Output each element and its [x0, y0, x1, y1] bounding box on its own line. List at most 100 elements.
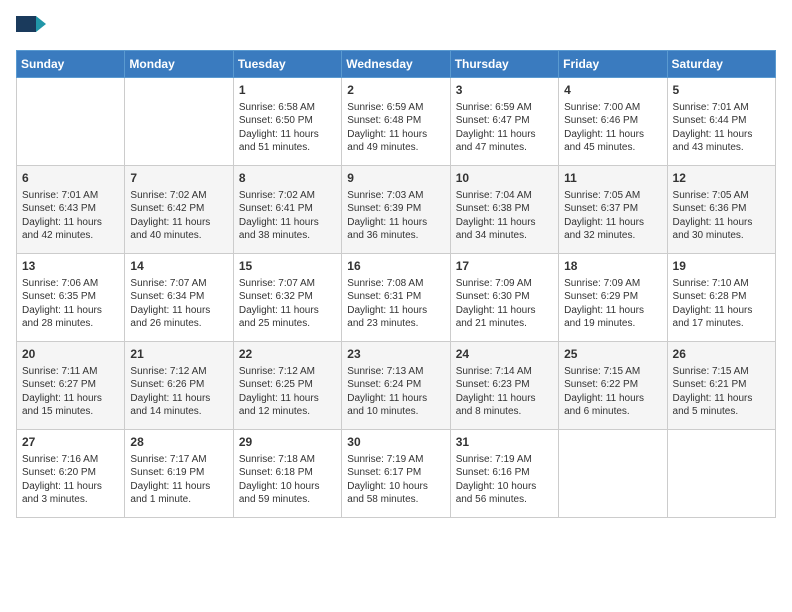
calendar-cell: 14 Sunrise: 7:07 AM Sunset: 6:34 PM Dayli… — [125, 254, 233, 342]
day-number: 7 — [130, 170, 227, 187]
calendar-cell: 28 Sunrise: 7:17 AM Sunset: 6:19 PM Dayli… — [125, 430, 233, 518]
day-number: 28 — [130, 434, 227, 451]
day-info: Sunrise: 7:00 AM Sunset: 6:46 PM Dayligh… — [564, 101, 661, 155]
calendar-cell: 30 Sunrise: 7:19 AM Sunset: 6:17 PM Dayli… — [342, 430, 450, 518]
calendar-week-row: 13 Sunrise: 7:06 AM Sunset: 6:35 PM Dayli… — [17, 254, 776, 342]
day-info: Sunrise: 7:12 AM Sunset: 6:26 PM Dayligh… — [130, 365, 227, 419]
day-number: 21 — [130, 346, 227, 363]
day-info: Sunrise: 7:11 AM Sunset: 6:27 PM Dayligh… — [22, 365, 119, 419]
calendar-cell: 24 Sunrise: 7:14 AM Sunset: 6:23 PM Dayli… — [450, 342, 558, 430]
calendar-cell: 9 Sunrise: 7:03 AM Sunset: 6:39 PM Daylig… — [342, 166, 450, 254]
calendar-cell: 1 Sunrise: 6:58 AM Sunset: 6:50 PM Daylig… — [233, 78, 341, 166]
day-number: 27 — [22, 434, 119, 451]
calendar-cell: 21 Sunrise: 7:12 AM Sunset: 6:26 PM Dayli… — [125, 342, 233, 430]
calendar-table: SundayMondayTuesdayWednesdayThursdayFrid… — [16, 50, 776, 518]
calendar-cell: 3 Sunrise: 6:59 AM Sunset: 6:47 PM Daylig… — [450, 78, 558, 166]
day-info: Sunrise: 7:01 AM Sunset: 6:44 PM Dayligh… — [673, 101, 770, 155]
day-header-tuesday: Tuesday — [233, 51, 341, 78]
day-info: Sunrise: 7:09 AM Sunset: 6:29 PM Dayligh… — [564, 277, 661, 331]
day-info: Sunrise: 7:15 AM Sunset: 6:21 PM Dayligh… — [673, 365, 770, 419]
day-number: 19 — [673, 258, 770, 275]
day-number: 1 — [239, 82, 336, 99]
day-number: 2 — [347, 82, 444, 99]
calendar-cell: 15 Sunrise: 7:07 AM Sunset: 6:32 PM Dayli… — [233, 254, 341, 342]
calendar-cell: 16 Sunrise: 7:08 AM Sunset: 6:31 PM Dayli… — [342, 254, 450, 342]
day-number: 4 — [564, 82, 661, 99]
day-info: Sunrise: 7:19 AM Sunset: 6:17 PM Dayligh… — [347, 453, 444, 507]
day-number: 18 — [564, 258, 661, 275]
day-info: Sunrise: 7:06 AM Sunset: 6:35 PM Dayligh… — [22, 277, 119, 331]
calendar-week-row: 6Sunrise: 7:01 AM Sunset: 6:43 PM Daylig… — [17, 166, 776, 254]
logo-icon — [16, 16, 46, 40]
day-info: Sunrise: 7:03 AM Sunset: 6:39 PM Dayligh… — [347, 189, 444, 243]
day-number: 24 — [456, 346, 553, 363]
calendar-cell: 31 Sunrise: 7:19 AM Sunset: 6:16 PM Dayli… — [450, 430, 558, 518]
day-header-friday: Friday — [559, 51, 667, 78]
calendar-cell: 17Sunrise: 7:09 AM Sunset: 6:30 PM Dayli… — [450, 254, 558, 342]
day-number: 26 — [673, 346, 770, 363]
day-info: Sunrise: 7:14 AM Sunset: 6:23 PM Dayligh… — [456, 365, 553, 419]
calendar-cell — [125, 78, 233, 166]
calendar-cell: 25 Sunrise: 7:15 AM Sunset: 6:22 PM Dayli… — [559, 342, 667, 430]
calendar-cell: 12Sunrise: 7:05 AM Sunset: 6:36 PM Dayli… — [667, 166, 775, 254]
day-info: Sunrise: 7:02 AM Sunset: 6:42 PM Dayligh… — [130, 189, 227, 243]
day-info: Sunrise: 6:59 AM Sunset: 6:48 PM Dayligh… — [347, 101, 444, 155]
calendar-cell — [667, 430, 775, 518]
day-info: Sunrise: 7:01 AM Sunset: 6:43 PM Dayligh… — [22, 189, 119, 243]
day-number: 9 — [347, 170, 444, 187]
day-number: 3 — [456, 82, 553, 99]
day-number: 16 — [347, 258, 444, 275]
calendar-cell: 10 Sunrise: 7:04 AM Sunset: 6:38 PM Dayli… — [450, 166, 558, 254]
day-info: Sunrise: 6:59 AM Sunset: 6:47 PM Dayligh… — [456, 101, 553, 155]
day-number: 25 — [564, 346, 661, 363]
page-header — [16, 16, 776, 40]
calendar-cell: 11 Sunrise: 7:05 AM Sunset: 6:37 PM Dayli… — [559, 166, 667, 254]
day-info: Sunrise: 7:17 AM Sunset: 6:19 PM Dayligh… — [130, 453, 227, 507]
calendar-cell: 6Sunrise: 7:01 AM Sunset: 6:43 PM Daylig… — [17, 166, 125, 254]
day-number: 31 — [456, 434, 553, 451]
day-info: Sunrise: 7:19 AM Sunset: 6:16 PM Dayligh… — [456, 453, 553, 507]
logo — [16, 16, 50, 40]
calendar-cell: 18 Sunrise: 7:09 AM Sunset: 6:29 PM Dayli… — [559, 254, 667, 342]
calendar-cell — [17, 78, 125, 166]
day-header-monday: Monday — [125, 51, 233, 78]
day-info: Sunrise: 7:07 AM Sunset: 6:34 PM Dayligh… — [130, 277, 227, 331]
day-number: 15 — [239, 258, 336, 275]
day-number: 11 — [564, 170, 661, 187]
day-number: 13 — [22, 258, 119, 275]
day-number: 10 — [456, 170, 553, 187]
day-info: Sunrise: 7:16 AM Sunset: 6:20 PM Dayligh… — [22, 453, 119, 507]
day-number: 14 — [130, 258, 227, 275]
day-info: Sunrise: 7:12 AM Sunset: 6:25 PM Dayligh… — [239, 365, 336, 419]
day-info: Sunrise: 7:13 AM Sunset: 6:24 PM Dayligh… — [347, 365, 444, 419]
calendar-cell: 27 Sunrise: 7:16 AM Sunset: 6:20 PM Dayli… — [17, 430, 125, 518]
day-info: Sunrise: 6:58 AM Sunset: 6:50 PM Dayligh… — [239, 101, 336, 155]
day-number: 23 — [347, 346, 444, 363]
day-number: 20 — [22, 346, 119, 363]
calendar-cell: 2 Sunrise: 6:59 AM Sunset: 6:48 PM Daylig… — [342, 78, 450, 166]
day-info: Sunrise: 7:05 AM Sunset: 6:37 PM Dayligh… — [564, 189, 661, 243]
day-number: 8 — [239, 170, 336, 187]
calendar-cell: 19Sunrise: 7:10 AM Sunset: 6:28 PM Dayli… — [667, 254, 775, 342]
day-header-wednesday: Wednesday — [342, 51, 450, 78]
day-number: 22 — [239, 346, 336, 363]
day-info: Sunrise: 7:04 AM Sunset: 6:38 PM Dayligh… — [456, 189, 553, 243]
calendar-cell: 23 Sunrise: 7:13 AM Sunset: 6:24 PM Dayli… — [342, 342, 450, 430]
calendar-cell: 8Sunrise: 7:02 AM Sunset: 6:41 PM Daylig… — [233, 166, 341, 254]
day-number: 29 — [239, 434, 336, 451]
day-number: 17 — [456, 258, 553, 275]
calendar-cell: 29 Sunrise: 7:18 AM Sunset: 6:18 PM Dayli… — [233, 430, 341, 518]
calendar-cell: 4 Sunrise: 7:00 AM Sunset: 6:46 PM Daylig… — [559, 78, 667, 166]
day-header-thursday: Thursday — [450, 51, 558, 78]
day-header-saturday: Saturday — [667, 51, 775, 78]
day-info: Sunrise: 7:18 AM Sunset: 6:18 PM Dayligh… — [239, 453, 336, 507]
day-info: Sunrise: 7:15 AM Sunset: 6:22 PM Dayligh… — [564, 365, 661, 419]
calendar-header-row: SundayMondayTuesdayWednesdayThursdayFrid… — [17, 51, 776, 78]
calendar-cell — [559, 430, 667, 518]
day-info: Sunrise: 7:08 AM Sunset: 6:31 PM Dayligh… — [347, 277, 444, 331]
day-number: 5 — [673, 82, 770, 99]
day-number: 30 — [347, 434, 444, 451]
day-info: Sunrise: 7:07 AM Sunset: 6:32 PM Dayligh… — [239, 277, 336, 331]
calendar-week-row: 27 Sunrise: 7:16 AM Sunset: 6:20 PM Dayli… — [17, 430, 776, 518]
calendar-week-row: 20 Sunrise: 7:11 AM Sunset: 6:27 PM Dayli… — [17, 342, 776, 430]
